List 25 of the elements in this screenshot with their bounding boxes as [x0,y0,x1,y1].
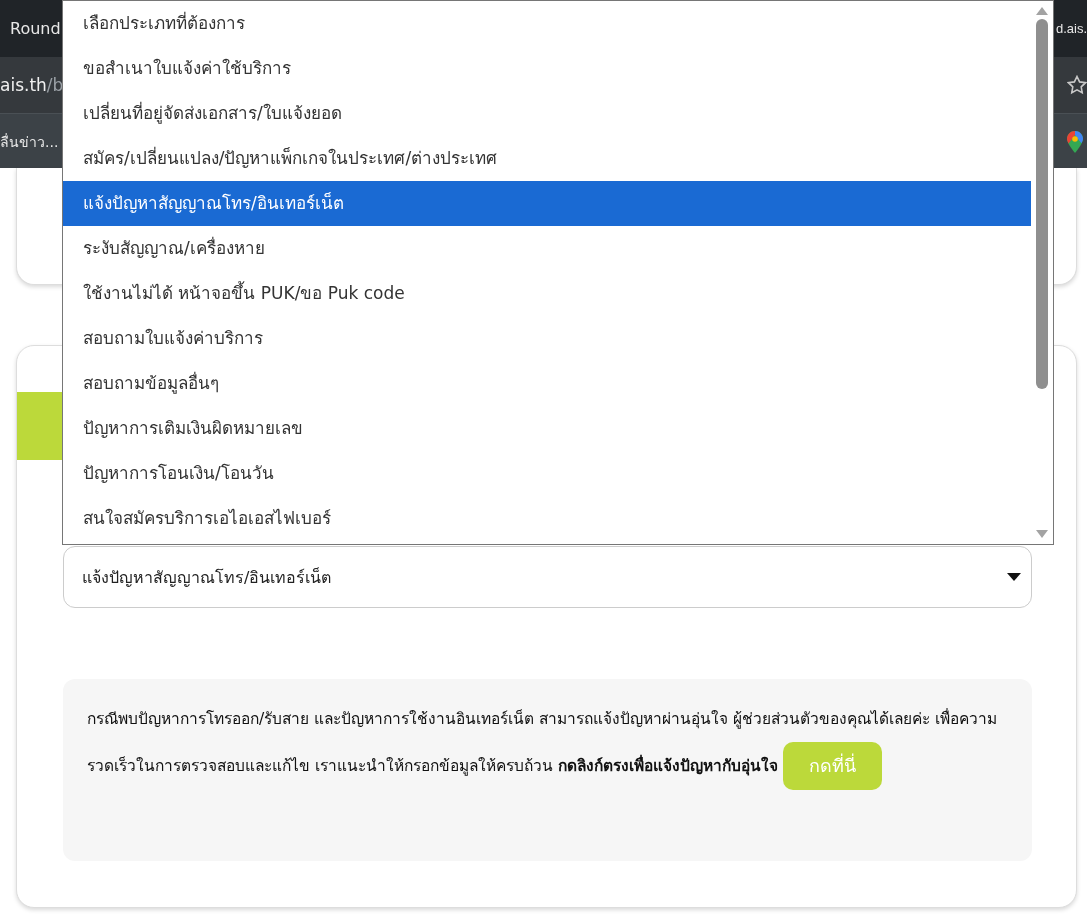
tab-title[interactable]: d.ais. [1055,21,1087,36]
bookmark-item[interactable]: ลื่นข่าว... [0,130,59,153]
dropdown-option[interactable]: ปัญหาการโอนเงิน/โอนวัน [63,451,1031,496]
category-select[interactable]: แจ้งปัญหาสัญญาณโทร/อินเทอร์เน็ต [63,546,1032,608]
star-icon[interactable] [1067,75,1087,95]
tab-title[interactable]: Round [10,19,61,38]
dropdown-option[interactable]: สมัคร/เปลี่ยนแปลง/ปัญหาแพ็กเกจในประเทศ/ต่างประเทศ [63,136,1031,181]
map-pin-icon[interactable] [1067,130,1083,153]
dropdown-option[interactable]: แจ้งปัญหาสัญญาณโทร/อินเทอร์เน็ต [63,181,1031,226]
address-text[interactable]: ais.th/b [0,75,64,95]
dropdown-option[interactable]: สอบถามข้อมูลอื่นๆ [63,361,1031,406]
dropdown-option[interactable]: สนใจสมัครบริการเอไอเอสไฟเบอร์ [63,496,1031,541]
caret-icon [1007,573,1021,581]
dropdown-option[interactable]: ใช้งานไม่ได้ หน้าจอขึ้น PUK/ขอ Puk code [63,271,1031,316]
dropdown-option[interactable]: ปัญหาการเติมเงินผิดหมายเลข [63,406,1031,451]
accent-bar [17,392,63,460]
dropdown-option[interactable]: เปลี่ยนที่อยู่จัดส่งเอกสาร/ใบแจ้งยอด [63,91,1031,136]
scrollbar-thumb[interactable] [1036,19,1048,389]
dropdown-option[interactable]: ระงับสัญญาณ/เครื่องหาย [63,226,1031,271]
info-text: กรณีพบปัญหาการโทรออก/รับสาย และปัญหาการใช้งานอินเทอร์เน็ต สามารถแจ้งปัญหาผ่านอุ่นใจ ผู้ช่วยส่วนตัวของคุณได้เลยค่ะ เพื่อความรวดเร็วในการตรวจสอบและแก้ไข เราแนะนำให้กรอกข้อมูลให้ครบถ้วน กดลิงก์ตรงเพื่อแจ้งปัญหากับอุ่นใจ กดที่นี่ [87,697,1008,790]
dropdown-option[interactable]: สอบถามใบแจ้งค่าบริการ [63,316,1031,361]
scroll-down-icon[interactable] [1036,530,1048,538]
dropdown-option[interactable]: เลือกประเภทที่ต้องการ [63,1,1031,46]
dropdown-option[interactable]: ขอสำเนาใบแจ้งค่าใช้บริการ [63,46,1031,91]
scroll-up-icon[interactable] [1036,7,1048,15]
